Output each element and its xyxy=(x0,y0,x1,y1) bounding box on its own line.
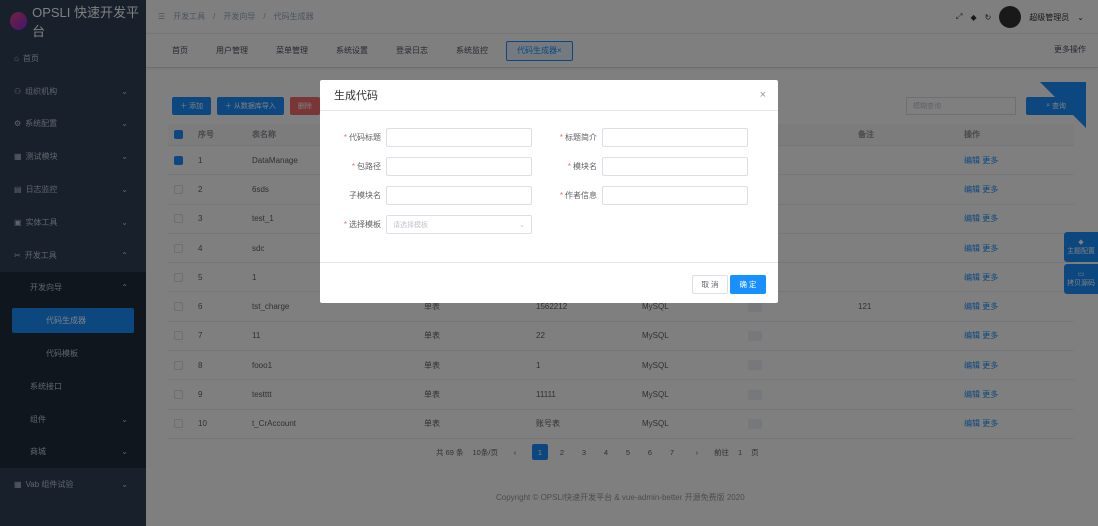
template-select[interactable]: 请选择模板 ⌄ xyxy=(386,215,532,234)
module-name-input[interactable] xyxy=(602,157,748,176)
generate-code-dialog: 生成代码 × * 代码标题 * 标题简介 * 包路径 * 模块名 子模块名 * 作者信息 … xyxy=(320,80,778,303)
author-input[interactable] xyxy=(602,186,748,205)
field-sub-module: 子模块名 xyxy=(320,186,532,205)
chevron-down-icon: ⌄ xyxy=(519,221,525,229)
dialog-header: 生成代码 × xyxy=(320,80,778,111)
field-package-path: * 包路径 xyxy=(320,157,532,176)
code-title-input[interactable] xyxy=(386,128,532,147)
package-path-input[interactable] xyxy=(386,157,532,176)
field-author: * 作者信息 xyxy=(536,186,748,205)
dialog-title: 生成代码 xyxy=(334,90,378,102)
sub-module-input[interactable] xyxy=(386,186,532,205)
field-code-title: * 代码标题 xyxy=(320,128,532,147)
field-module-name: * 模块名 xyxy=(536,157,748,176)
title-brief-input[interactable] xyxy=(602,128,748,147)
cancel-button[interactable]: 取 消 xyxy=(692,275,728,294)
field-template: * 选择模板 请选择模板 ⌄ xyxy=(320,215,532,234)
confirm-button[interactable]: 确 定 xyxy=(730,275,766,294)
field-title-brief: * 标题简介 xyxy=(536,128,748,147)
dialog-footer: 取 消 确 定 xyxy=(320,262,778,303)
close-icon[interactable]: × xyxy=(760,89,766,101)
